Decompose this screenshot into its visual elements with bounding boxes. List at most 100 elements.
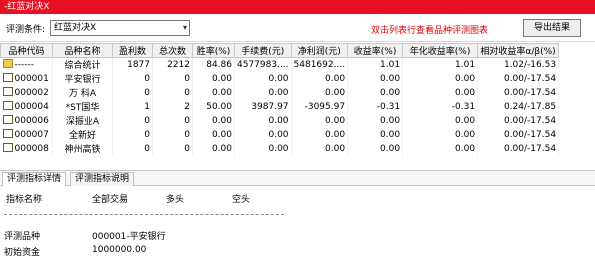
column-header[interactable]: 收益率(%) [347,43,404,58]
row-name: 神州高铁 [52,141,113,156]
row-total: 0 [152,141,193,156]
row-fee: 4577983.... [234,57,292,72]
row-annual-return: 1.01 [402,57,479,72]
row-wins: 0 [112,127,153,142]
table-row[interactable]: 000008 神州高铁 0 0 0.00 0.00 0.00 0.00 0.00… [0,141,560,156]
row-win-rate: 0.00 [192,71,235,86]
window-title: -红蓝对决X [0,0,595,14]
row-return: 0.00 [347,85,404,100]
product-value: 000001-平安银行 [92,232,166,242]
document-icon [2,115,13,124]
export-results-button[interactable]: 导出结果 [523,19,581,37]
tab-indicator-details[interactable]: 评测指标详情 [2,172,67,186]
row-relative: 1.02/-16.53 [477,57,560,72]
row-code: 000004 [14,102,49,112]
row-return: 0.00 [347,113,404,128]
row-code: 000001 [14,74,49,84]
row-wins: 0 [112,71,153,86]
col-long: 多头 [166,195,185,205]
row-annual-return: -0.31 [402,99,479,114]
row-fee: 0.00 [234,85,292,100]
row-name: 深振业A [52,113,113,128]
column-header[interactable]: 盈利数 [112,43,153,58]
document-icon [2,101,13,110]
row-win-rate: 0.00 [192,141,235,156]
row-return: 0.00 [347,141,404,156]
row-return: 0.00 [347,71,404,86]
chevron-down-icon: ▾ [182,23,187,32]
row-relative: 0.00/-17.54 [477,85,560,100]
row-annual-return: 0.00 [402,85,479,100]
table-header-row: 品种代码 品种名称 盈利数 总次数 胜率(%) 手续费(元) 净利润(元) 收益… [0,43,560,58]
col-indicator-name: 指标名称 [6,195,43,205]
detail-tabs: 评测指标详情 评测指标说明 [0,170,595,186]
col-short: 空头 [232,195,251,205]
column-header[interactable]: 年化收益率(%) [402,43,479,58]
column-header[interactable]: 总次数 [152,43,193,58]
row-relative: 0.00/-17.54 [477,127,560,142]
folder-icon [2,59,13,69]
row-code-cell: ------ [0,57,53,72]
column-header[interactable]: 品种名称 [52,43,113,58]
results-table: 品种代码 品种名称 盈利数 总次数 胜率(%) 手续费(元) 净利润(元) 收益… [0,43,560,156]
row-annual-return: 0.00 [402,127,479,142]
row-fee: 0.00 [234,127,292,142]
detail-panel: 指标名称 全部交易 多头 空头 评测品种 000001-平安银行 初始资金 10… [0,187,595,259]
row-code: 000006 [14,116,49,126]
row-wins: 0 [112,85,153,100]
row-fee: 0.00 [234,71,292,86]
table-row[interactable]: 000001 平安银行 0 0 0.00 0.00 0.00 0.00 0.00… [0,71,560,86]
row-net-profit: -3095.97 [291,99,349,114]
column-header[interactable]: 净利润(元) [290,43,349,58]
row-name: 万 科A [52,85,113,100]
row-total: 2212 [152,57,193,72]
row-win-rate: 50.00 [192,99,235,114]
row-return: -0.31 [347,99,404,114]
table-row[interactable]: 000006 深振业A 0 0 0.00 0.00 0.00 0.00 0.00… [0,113,560,128]
row-code: 000007 [14,130,49,140]
row-fee: 0.00 [234,141,292,156]
row-return: 1.01 [347,57,404,72]
table-row[interactable]: 000007 全新好 0 0 0.00 0.00 0.00 0.00 0.00 … [0,127,560,142]
row-net-profit: 0.00 [291,127,349,142]
row-relative: 0.24/-17.85 [477,99,560,114]
row-wins: 0 [112,141,153,156]
table-row[interactable]: 000002 万 科A 0 0 0.00 0.00 0.00 0.00 0.00… [0,85,560,100]
divider [4,214,284,215]
condition-select[interactable]: 红蓝对决X ▾ [50,20,190,36]
row-win-rate: 0.00 [192,127,235,142]
row-total: 0 [152,127,193,142]
row-wins: 1 [112,99,153,114]
row-annual-return: 0.00 [402,113,479,128]
row-total: 2 [152,99,193,114]
row-win-rate: 0.00 [192,85,235,100]
row-fee: 0.00 [234,113,292,128]
row-net-profit: 0.00 [291,113,349,128]
column-header[interactable]: 相对收益率α/β(%) [477,43,560,58]
row-name: 平安银行 [52,71,113,86]
column-header[interactable]: 品种代码 [0,43,53,58]
col-all-trades: 全部交易 [92,195,129,205]
tab-indicator-description[interactable]: 评测指标说明 [70,172,135,186]
table-row[interactable]: 000004 *ST国华 1 2 50.00 3987.97 -3095.97 … [0,99,560,114]
column-header[interactable]: 手续费(元) [234,43,292,58]
document-icon [2,129,13,138]
row-total: 0 [152,113,193,128]
row-return: 0.00 [347,127,404,142]
condition-value: 红蓝对决X [54,23,97,33]
column-header[interactable]: 胜率(%) [192,43,235,58]
row-code: ------ [14,60,35,71]
row-code-cell: 000004 [0,99,53,114]
row-code-cell: 000006 [0,113,53,128]
row-total: 0 [152,85,193,100]
row-relative: 0.00/-17.54 [477,113,560,128]
row-net-profit: 5481692.... [291,57,349,72]
row-code-cell: 000007 [0,127,53,142]
table-row[interactable]: ------ 综合统计 1877 2212 84.86 4577983.... … [0,57,560,72]
row-wins: 0 [112,113,153,128]
product-label: 评测品种 [4,232,41,242]
row-relative: 0.00/-17.54 [477,141,560,156]
toolbar: 评测条件: 红蓝对决X ▾ 双击列表行查看品种评测图表 导出结果 [0,14,595,42]
row-win-rate: 0.00 [192,113,235,128]
document-icon [2,73,13,82]
